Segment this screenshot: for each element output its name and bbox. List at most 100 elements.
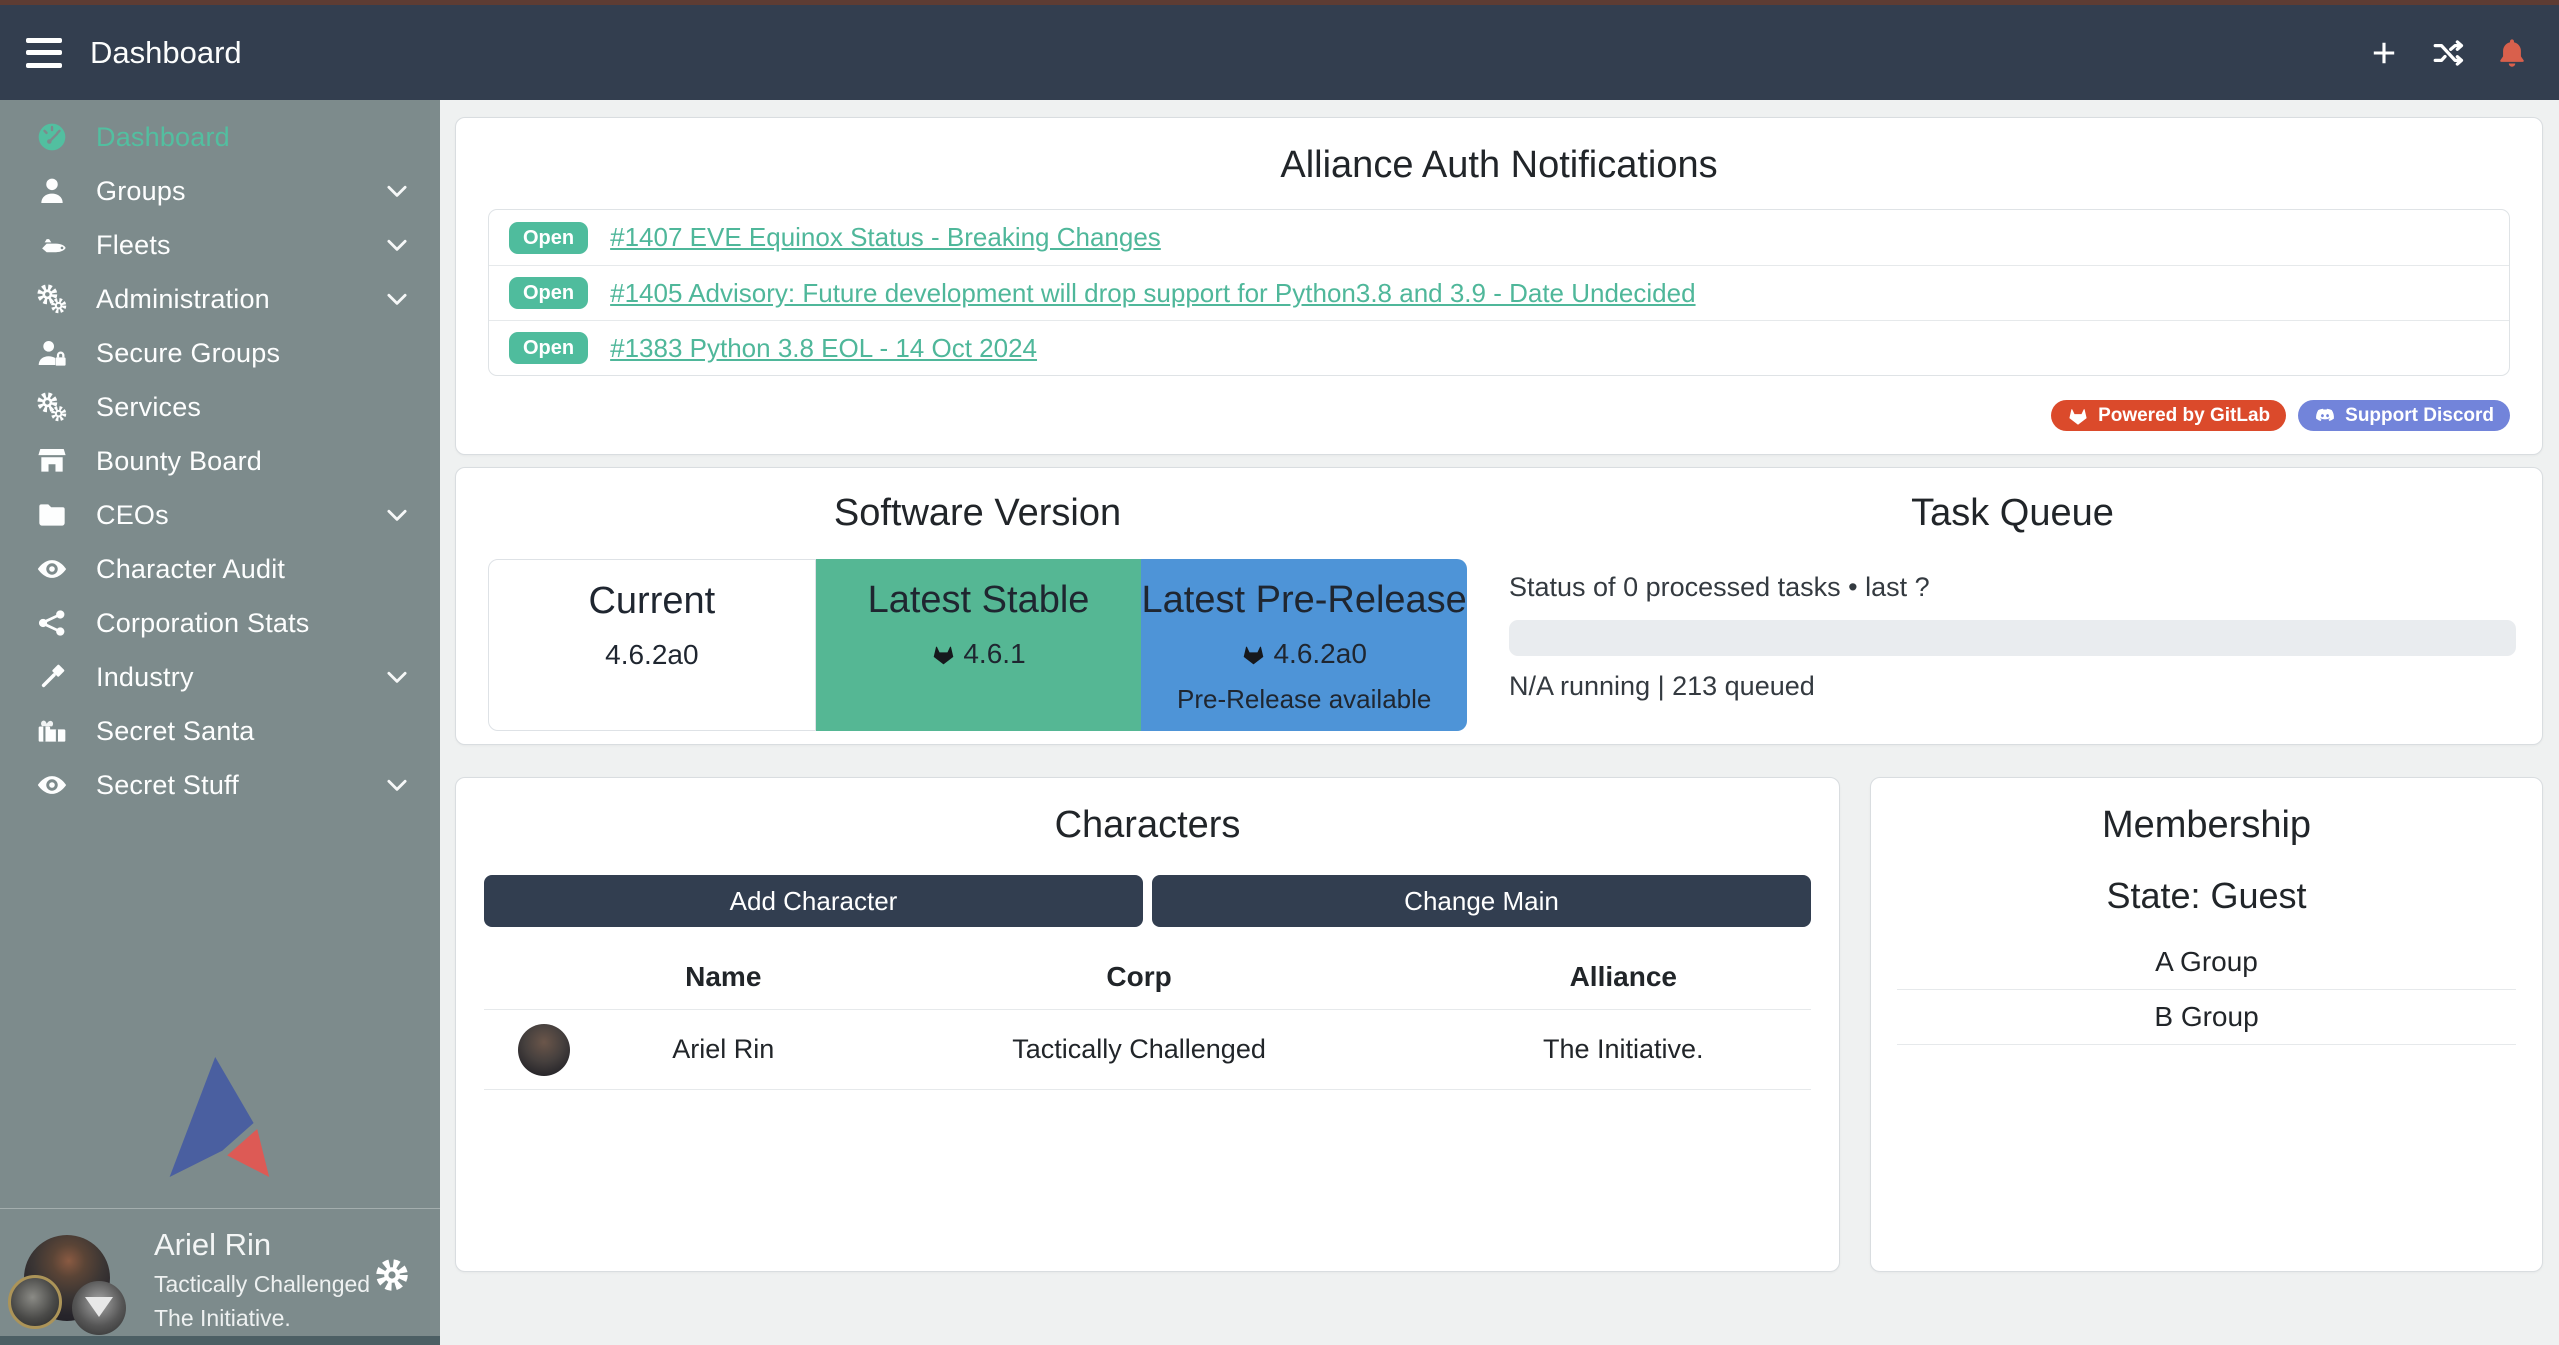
add-character-button[interactable]: Add Character [484,875,1143,927]
alliance-auth-logo [160,1053,280,1181]
sidebar-item-ceos[interactable]: CEOs [0,488,440,542]
list-item: A Group [1897,935,2516,990]
column-header-alliance: Alliance [1436,941,1811,1010]
chevron-down-icon [384,178,410,204]
characters-table: Name Corp Alliance Ariel Rin Tactically … [484,941,1811,1090]
gears-icon [36,391,68,423]
status-badge: Open [509,277,588,309]
notifications-button[interactable] [2495,36,2529,70]
alliance-auth-dashboard: Dashboard Dashboard Groups Fleets [0,0,2559,1345]
task-queue-progressbar [1509,620,2516,656]
software-taskqueue-card: Software Version Current 4.6.2a0 Latest … [455,467,2543,745]
powered-by-gitlab-badge[interactable]: Powered by GitLab [2051,400,2286,431]
change-main-button[interactable]: Change Main [1152,875,1811,927]
chevron-down-icon [384,232,410,258]
sidebar-user-panel: Ariel Rin Tactically Challenged The Init… [0,1208,440,1345]
navbar-actions [2367,36,2559,70]
notification-item: Open #1405 Advisory: Future development … [489,265,2509,320]
character-name: Ariel Rin [604,1010,843,1090]
notification-item: Open #1407 EVE Equinox Status - Breaking… [489,210,2509,265]
gitlab-icon [931,642,956,667]
sidebar-item-industry[interactable]: Industry [0,650,440,704]
store-icon [36,445,68,477]
hamburger-icon [26,38,62,43]
add-button[interactable] [2367,36,2401,70]
table-row: Ariel Rin Tactically Challenged The Init… [484,1010,1811,1090]
shuttle-icon [36,229,68,261]
task-queue-counts: N/A running | 213 queued [1509,671,2516,702]
notification-link[interactable]: #1405 Advisory: Future development will … [610,278,1695,309]
sidebar-bottom-strip [0,1336,440,1345]
task-queue-section: Task Queue Status of 0 processed tasks •… [1499,492,2542,744]
alliance-logo-badge [72,1281,126,1335]
eye-icon [36,769,68,801]
bell-icon [2495,36,2529,70]
membership-card: Membership State: Guest A Group B Group [1870,777,2543,1272]
chevron-down-icon [384,664,410,690]
notifications-list: Open #1407 EVE Equinox Status - Breaking… [488,209,2510,376]
sidebar-item-corporation-stats[interactable]: Corporation Stats [0,596,440,650]
membership-title: Membership [1871,804,2542,847]
gitlab-icon [2067,405,2089,427]
character-portrait [518,1024,570,1076]
sidebar-item-secret-stuff[interactable]: Secret Stuff [0,758,440,812]
character-alliance: The Initiative. [1436,1010,1811,1090]
corp-logo-badge [8,1275,62,1329]
support-discord-badge[interactable]: Support Discord [2298,400,2510,431]
sidebar-menu: Dashboard Groups Fleets Administration S… [0,100,440,812]
gears-icon [36,283,68,315]
sidebar-item-secret-santa[interactable]: Secret Santa [0,704,440,758]
version-current: Current 4.6.2a0 [488,559,816,731]
gear-icon [374,1257,410,1293]
sidebar-item-fleets[interactable]: Fleets [0,218,440,272]
sidebar: Dashboard Groups Fleets Administration S… [0,100,440,1345]
discord-icon [2314,405,2336,427]
gifts-icon [36,715,68,747]
membership-groups-list: A Group B Group [1897,935,2516,1045]
sidebar-item-character-audit[interactable]: Character Audit [0,542,440,596]
notification-link[interactable]: #1407 EVE Equinox Status - Breaking Chan… [610,222,1161,253]
eye-icon [36,553,68,585]
shuffle-icon [2431,36,2465,70]
status-badge: Open [509,222,588,254]
characters-card: Characters Add Character Change Main Nam… [455,777,1840,1272]
version-latest-stable: Latest Stable 4.6.1 [816,559,1142,731]
characters-title: Characters [456,804,1839,847]
user-name: Ariel Rin [154,1227,370,1263]
sidebar-item-secure-groups[interactable]: Secure Groups [0,326,440,380]
prerelease-note: Pre-Release available [1141,684,1467,715]
page-title: Dashboard [90,35,242,71]
user-lock-icon [36,337,68,369]
character-corp: Tactically Challenged [843,1010,1436,1090]
notification-link[interactable]: #1383 Python 3.8 EOL - 14 Oct 2024 [610,333,1037,364]
hammer-icon [36,661,68,693]
sidebar-item-services[interactable]: Services [0,380,440,434]
shuffle-button[interactable] [2431,36,2465,70]
chevron-down-icon [384,502,410,528]
user-corporation: Tactically Challenged [154,1271,370,1298]
chevron-down-icon [384,286,410,312]
user-icon [36,175,68,207]
plus-icon [2367,36,2401,70]
chevron-down-icon [384,772,410,798]
sidebar-toggle-button[interactable] [26,36,66,70]
folder-icon [36,499,68,531]
sidebar-item-administration[interactable]: Administration [0,272,440,326]
sidebar-item-dashboard[interactable]: Dashboard [0,110,440,164]
task-queue-title: Task Queue [1509,492,2516,535]
sidebar-item-groups[interactable]: Groups [0,164,440,218]
gitlab-icon [1241,642,1266,667]
gauge-icon [36,121,68,153]
main-content: Alliance Auth Notifications Open #1407 E… [440,100,2559,1345]
user-settings-button[interactable] [374,1257,410,1293]
top-navbar: Dashboard [0,0,2559,100]
sidebar-item-bounty-board[interactable]: Bounty Board [0,434,440,488]
share-nodes-icon [36,607,68,639]
software-version-title: Software Version [456,492,1499,535]
list-item: B Group [1897,990,2516,1045]
status-badge: Open [509,332,588,364]
notifications-title: Alliance Auth Notifications [456,144,2542,187]
notifications-card: Alliance Auth Notifications Open #1407 E… [455,117,2543,455]
column-header-corp: Corp [843,941,1436,1010]
task-queue-status: Status of 0 processed tasks • last ? [1509,572,2516,603]
